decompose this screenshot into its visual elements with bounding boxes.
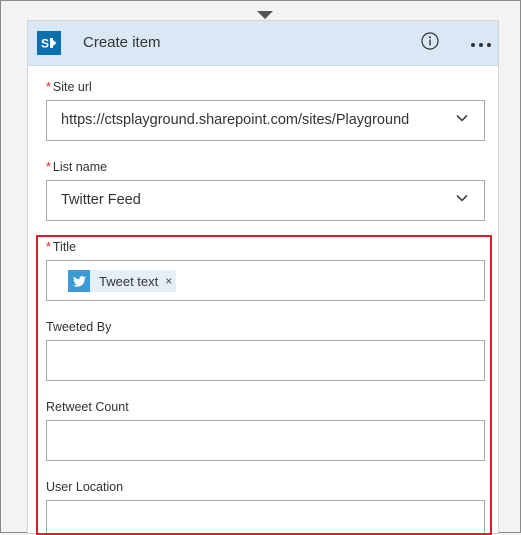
site-url-label-text: Site url (52, 80, 92, 94)
list-name-value: Twitter Feed (61, 192, 141, 208)
info-icon[interactable] (421, 32, 439, 50)
list-name-dropdown[interactable]: Twitter Feed (46, 180, 485, 221)
site-url-dropdown[interactable]: https://ctsplayground.sharepoint.com/sit… (46, 100, 485, 141)
chevron-down-icon[interactable] (456, 114, 468, 122)
site-url-label: * Site url (46, 80, 92, 94)
list-name-label-text: List name (52, 160, 108, 174)
required-marker: * (46, 80, 51, 94)
card-title: Create item (83, 34, 161, 51)
flow-connector-arrow-icon (257, 11, 273, 19)
create-item-card: S Create item * Site url https://ctsplay… (27, 20, 499, 535)
svg-text:S: S (41, 37, 49, 51)
card-header[interactable]: S Create item (28, 21, 498, 66)
required-marker: * (46, 160, 51, 174)
more-options-icon[interactable] (469, 37, 493, 47)
site-url-value: https://ctsplayground.sharepoint.com/sit… (61, 112, 410, 128)
sharepoint-icon: S (37, 31, 61, 55)
chevron-down-icon[interactable] (456, 194, 468, 202)
highlight-box (36, 235, 492, 535)
window-frame: S Create item * Site url https://ctsplay… (0, 0, 521, 535)
list-name-label: * List name (46, 160, 107, 174)
